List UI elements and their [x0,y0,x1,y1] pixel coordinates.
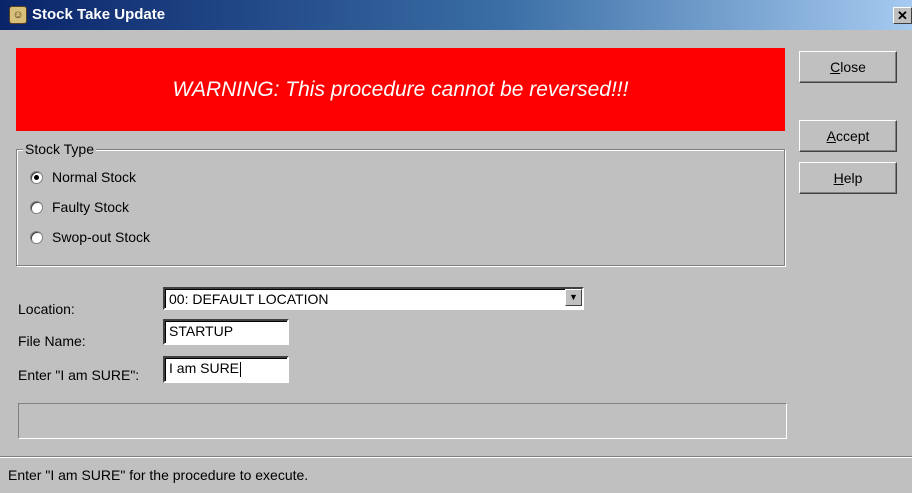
location-value: 00: DEFAULT LOCATION [169,291,329,307]
warning-banner: WARNING: This procedure cannot be revers… [16,48,785,131]
warning-text: WARNING: This procedure cannot be revers… [172,77,629,101]
filename-input[interactable]: STARTUP [163,319,289,345]
window-title: Stock Take Update [32,6,166,23]
radio-button-selected[interactable] [30,170,43,184]
window-close-button[interactable]: ✕ [893,7,912,24]
confirm-value: I am SURE [169,360,240,376]
radio-label: Faulty Stock [52,199,130,215]
close-button-label: Close [830,59,866,75]
help-button-label: Help [833,170,863,186]
radio-label: Normal Stock [52,169,137,185]
progress-bar [18,403,787,439]
text-cursor [240,361,242,377]
radio-label: Swop-out Stock [52,229,151,245]
accept-button-label: Accept [826,128,870,144]
accept-button[interactable]: Accept [799,120,897,152]
chevron-down-icon[interactable]: ▼ [565,289,582,306]
filename-value: STARTUP [169,323,234,339]
radio-faulty-stock[interactable]: Faulty Stock [30,197,129,217]
status-bar: Enter "I am SURE" for the procedure to e… [0,456,912,493]
close-button[interactable]: Close [799,51,897,83]
stock-type-label: Stock Type [23,141,97,157]
app-icon: ☺ [9,6,27,24]
radio-button[interactable] [30,200,43,214]
radio-swopout-stock[interactable]: Swop-out Stock [30,227,150,247]
radio-button[interactable] [30,230,43,244]
status-text: Enter "I am SURE" for the procedure to e… [8,467,309,483]
filename-label: File Name: [18,333,86,349]
radio-normal-stock[interactable]: Normal Stock [30,167,136,187]
location-label: Location: [18,301,75,317]
location-dropdown[interactable]: 00: DEFAULT LOCATION [163,287,584,310]
confirm-input[interactable]: I am SURE [163,356,289,383]
confirm-label: Enter "I am SURE": [18,367,140,383]
help-button[interactable]: Help [799,162,897,194]
title-bar: ☺ Stock Take Update ✕ [0,0,912,30]
